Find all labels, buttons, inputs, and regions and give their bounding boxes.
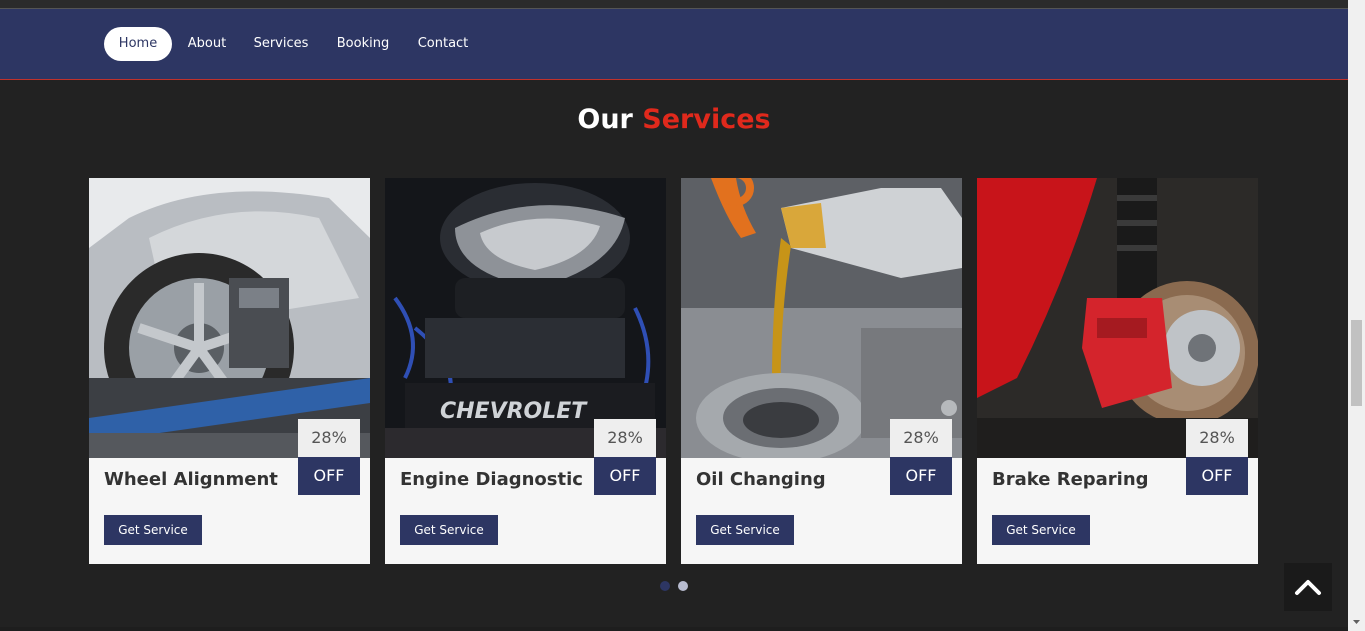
service-title: Oil Changing — [696, 469, 826, 490]
chevron-up-icon — [1295, 580, 1321, 595]
service-title: Brake Reparing — [992, 469, 1149, 490]
service-title: Wheel Alignment — [104, 469, 278, 490]
carousel-dot-1[interactable] — [660, 581, 670, 591]
discount-percent: 28% — [890, 419, 952, 457]
service-card-oil-changing: 28% OFF Oil Changing Get Service — [681, 178, 962, 564]
page-scrollbar[interactable] — [1348, 0, 1365, 631]
carousel-dot-2[interactable] — [678, 581, 688, 591]
service-card-engine-diagnostic: CHEVROLET 28% OFF Engine Diagnostic Get … — [385, 178, 666, 564]
get-service-button[interactable]: Get Service — [104, 515, 202, 545]
get-service-button[interactable]: Get Service — [992, 515, 1090, 545]
nav-services[interactable]: Services — [248, 27, 314, 61]
scroll-to-top-button[interactable] — [1284, 563, 1332, 611]
service-card-brake-reparing: 28% OFF Brake Reparing Get Service — [977, 178, 1258, 564]
nav-contact[interactable]: Contact — [410, 27, 476, 61]
service-title: Engine Diagnostic — [400, 469, 583, 490]
service-card-wheel-alignment: 28% OFF Wheel Alignment Get Service — [89, 178, 370, 564]
get-service-button[interactable]: Get Service — [696, 515, 794, 545]
discount-percent: 28% — [298, 419, 360, 457]
service-image-oil — [681, 178, 962, 458]
nav-home[interactable]: Home — [104, 27, 172, 61]
service-image-wheel-alignment — [89, 178, 370, 458]
nav-booking[interactable]: Booking — [330, 27, 396, 61]
page-bottom-strip — [0, 627, 1348, 631]
section-title-accent: Services — [642, 104, 771, 135]
nav-about[interactable]: About — [180, 27, 234, 61]
discount-off-label: OFF — [298, 457, 360, 495]
chevrolet-logo-text: CHEVROLET — [440, 399, 588, 424]
discount-percent: 28% — [1186, 419, 1248, 457]
discount-percent: 28% — [594, 419, 656, 457]
section-title-plain: Our — [577, 104, 633, 135]
discount-off-label: OFF — [594, 457, 656, 495]
discount-off-label: OFF — [890, 457, 952, 495]
discount-off-label: OFF — [1186, 457, 1248, 495]
get-service-button[interactable]: Get Service — [400, 515, 498, 545]
service-image-engine: CHEVROLET — [385, 178, 666, 458]
section-title: Our Services — [0, 104, 1348, 135]
scroll-down-arrow-icon[interactable] — [1348, 614, 1365, 631]
service-image-brake — [977, 178, 1258, 458]
browser-top-strip — [0, 0, 1348, 9]
main-navbar: Home About Services Booking Contact — [0, 9, 1348, 80]
scrollbar-thumb[interactable] — [1351, 320, 1362, 406]
